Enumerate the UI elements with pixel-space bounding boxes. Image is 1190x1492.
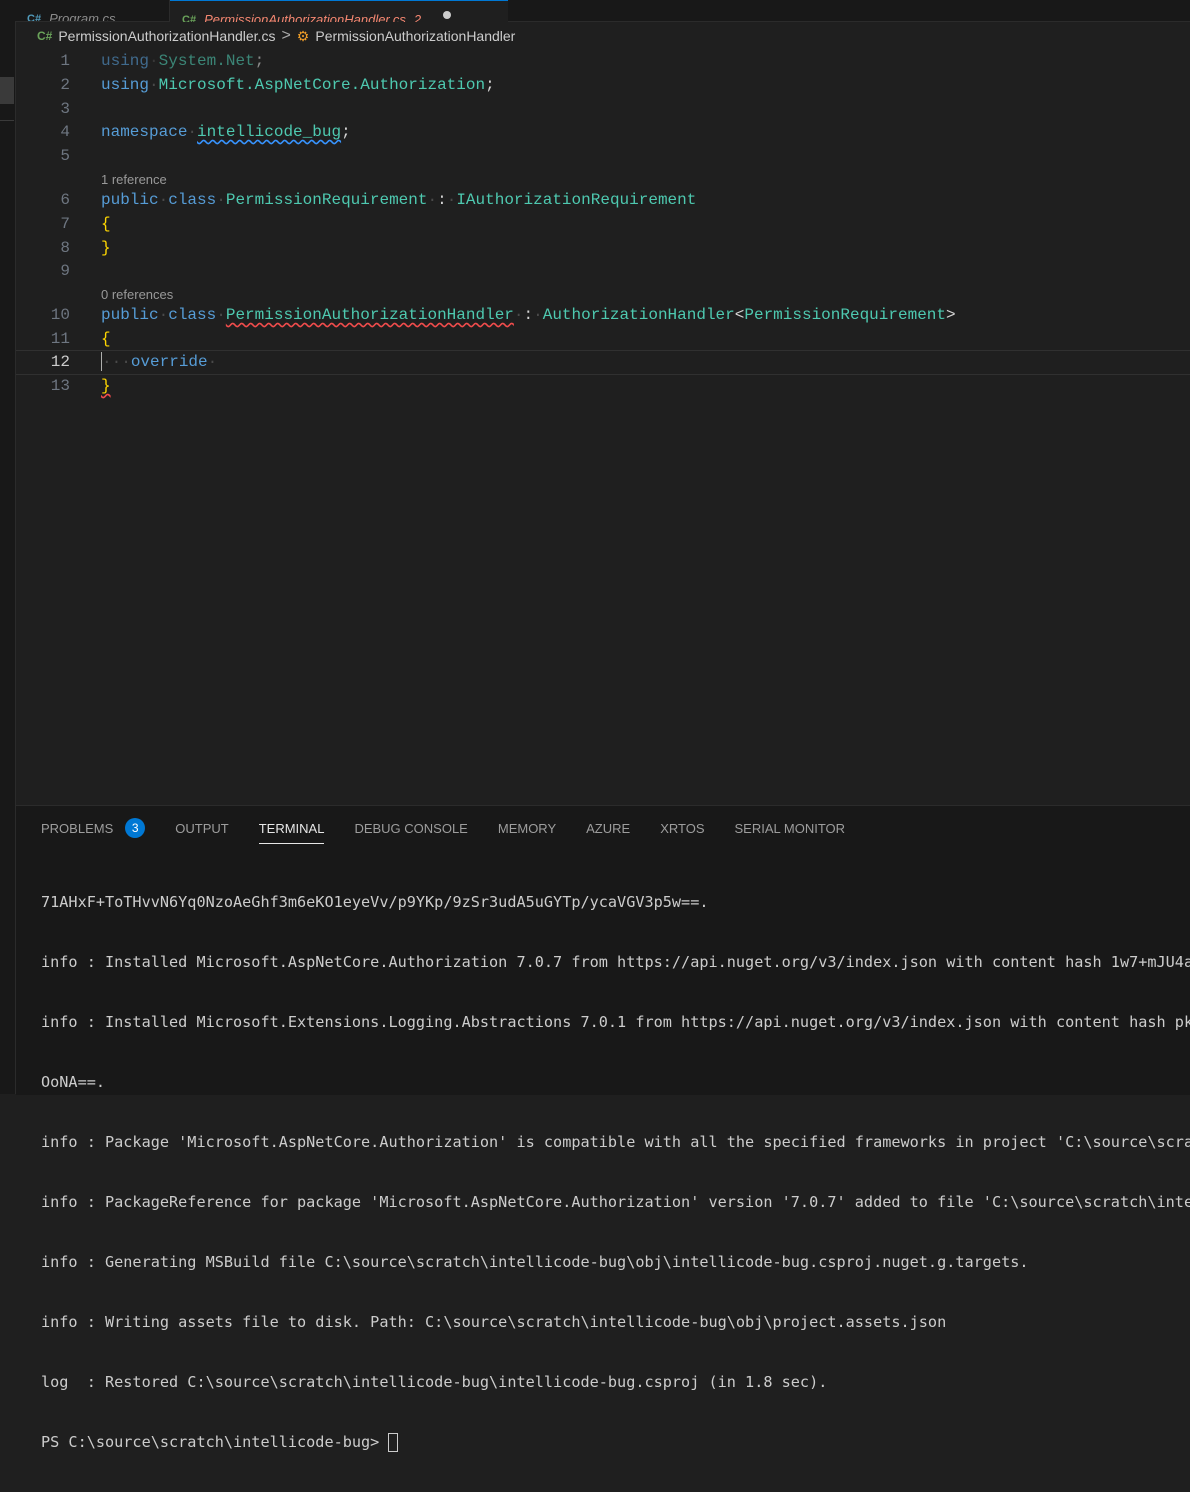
- codelens-references[interactable]: 0 references: [101, 286, 173, 304]
- chevron-right-icon: >: [281, 27, 291, 44]
- class-symbol-icon: ⚙: [296, 27, 310, 44]
- terminal-line: info : Writing assets file to disk. Path…: [41, 1313, 947, 1331]
- tab-debug-console[interactable]: DEBUG CONSOLE: [354, 816, 467, 840]
- terminal-line: info : Installed Microsoft.AspNetCore.Au…: [41, 953, 1190, 971]
- code-text: public·class·PermissionRequirement·:·IAu…: [101, 191, 697, 209]
- tab-label: SERIAL MONITOR: [734, 820, 846, 836]
- problems-count-badge: 3: [125, 818, 146, 838]
- tab-label: PROBLEMS: [41, 820, 114, 836]
- breadcrumb-file[interactable]: PermissionAuthorizationHandler.cs: [58, 28, 275, 44]
- code-line: 6 public·class·PermissionRequirement·:·I…: [16, 189, 1190, 212]
- terminal-prompt: PS C:\source\scratch\intellicode-bug>: [41, 1433, 389, 1451]
- code-text: {: [101, 215, 111, 233]
- tab-label: XRTOS: [660, 820, 705, 836]
- bottom-panel: PROBLEMS 3 OUTPUT TERMINAL DEBUG CONSOLE…: [16, 805, 1190, 1452]
- code-line: 10 public·class·PermissionAuthorizationH…: [16, 304, 1190, 327]
- tab-label: PermissionAuthorizationHandler.cs: [204, 12, 406, 22]
- tab-azure[interactable]: AZURE: [586, 816, 630, 840]
- terminal-line: info : Installed Microsoft.Extensions.Lo…: [41, 1013, 1190, 1031]
- csharp-icon: C#: [182, 13, 197, 23]
- line-number: 5: [60, 147, 70, 165]
- tab-label: OUTPUT: [175, 820, 229, 836]
- line-number: 2: [60, 76, 70, 94]
- code-editor[interactable]: 1 using·System.Net; 2 using·Microsoft.As…: [16, 50, 1190, 804]
- line-number: 3: [60, 100, 70, 118]
- editor-tab-bar: C# Program.cs C# PermissionAuthorization…: [15, 0, 1190, 22]
- activity-bar-edge: [0, 0, 16, 1094]
- breadcrumb-symbol[interactable]: PermissionAuthorizationHandler: [315, 28, 515, 44]
- codelens-references[interactable]: 1 reference: [101, 171, 167, 189]
- terminal-prompt-line[interactable]: PS C:\source\scratch\intellicode-bug>: [41, 1432, 1190, 1452]
- line-number: 1: [60, 52, 70, 70]
- code-text: }: [101, 239, 111, 257]
- tab-permission-authorization-handler[interactable]: C# PermissionAuthorizationHandler.cs 2: [170, 0, 508, 22]
- unsaved-dot-icon[interactable]: [443, 10, 452, 19]
- panel-tabs: PROBLEMS 3 OUTPUT TERMINAL DEBUG CONSOLE…: [41, 816, 875, 844]
- breadcrumb: C# PermissionAuthorizationHandler.cs > ⚙…: [37, 26, 515, 46]
- tab-label: DEBUG CONSOLE: [354, 820, 468, 836]
- terminal-line: 71AHxF+ToTHvvN6Yq0NzoAeGhf3m6eKO1eyeVv/p…: [41, 893, 709, 911]
- code-line: 7 {: [16, 213, 1190, 236]
- code-line: 1 using·System.Net;: [16, 50, 1190, 73]
- line-number: 4: [60, 123, 70, 141]
- csharp-icon: C#: [27, 12, 42, 22]
- tab-xrtos[interactable]: XRTOS: [660, 816, 704, 840]
- line-number: 6: [60, 191, 70, 209]
- tab-label: TERMINAL: [258, 820, 325, 836]
- line-number: 7: [60, 215, 70, 233]
- terminal-line: info : Package 'Microsoft.AspNetCore.Aut…: [41, 1133, 1190, 1151]
- code-line: 3: [16, 98, 1190, 121]
- activity-bar-indicator: [0, 77, 14, 104]
- terminal-line: log : Restored C:\source\scratch\intelli…: [41, 1373, 828, 1391]
- tab-terminal[interactable]: TERMINAL: [258, 816, 325, 844]
- code-line: 9: [16, 260, 1190, 283]
- tab-problem-count: 2: [413, 12, 422, 22]
- code-line: 8 }: [16, 237, 1190, 260]
- tab-memory[interactable]: MEMORY: [498, 816, 556, 840]
- current-code-line: 12 ···override·: [16, 350, 1190, 375]
- tab-serial-monitor[interactable]: SERIAL MONITOR: [735, 816, 846, 840]
- code-text: ···override·: [101, 352, 218, 372]
- code-text: {: [101, 330, 111, 348]
- code-text: }: [101, 377, 111, 395]
- tab-label: Program.cs: [49, 11, 116, 21]
- tab-label: AZURE: [586, 820, 631, 836]
- tab-output[interactable]: OUTPUT: [175, 816, 228, 840]
- code-text: using·Microsoft.AspNetCore.Authorization…: [101, 76, 495, 94]
- terminal-output[interactable]: 71AHxF+ToTHvvN6Yq0NzoAeGhf3m6eKO1eyeVv/p…: [41, 852, 1190, 1492]
- activity-bar-divider: [0, 120, 14, 121]
- line-number: 9: [60, 262, 70, 280]
- terminal-line: info : Generating MSBuild file C:\source…: [41, 1253, 1029, 1271]
- code-line: 5: [16, 145, 1190, 168]
- tab-problems[interactable]: PROBLEMS 3: [41, 816, 146, 840]
- code-line: 13 }: [16, 375, 1190, 398]
- code-line: 11 {: [16, 328, 1190, 351]
- code-text: public·class·PermissionAuthorizationHand…: [101, 306, 956, 324]
- line-number: 12: [50, 353, 70, 371]
- terminal-line: OoNA==.: [41, 1073, 106, 1091]
- csharp-icon: C#: [37, 29, 53, 43]
- code-line: 4 namespace·intellicode_bug;: [16, 121, 1190, 144]
- line-number: 13: [50, 377, 70, 395]
- tab-label: MEMORY: [497, 820, 557, 836]
- line-number: 11: [50, 330, 70, 348]
- code-text: using·System.Net;: [101, 52, 265, 70]
- tab-program-cs[interactable]: C# Program.cs: [15, 0, 170, 21]
- terminal-cursor: [388, 1433, 399, 1452]
- line-number: 10: [50, 306, 70, 324]
- line-number: 8: [60, 239, 70, 257]
- code-text: namespace·intellicode_bug;: [101, 123, 351, 141]
- code-line: 2 using·Microsoft.AspNetCore.Authorizati…: [16, 74, 1190, 97]
- terminal-line: info : PackageReference for package 'Mic…: [41, 1193, 1190, 1211]
